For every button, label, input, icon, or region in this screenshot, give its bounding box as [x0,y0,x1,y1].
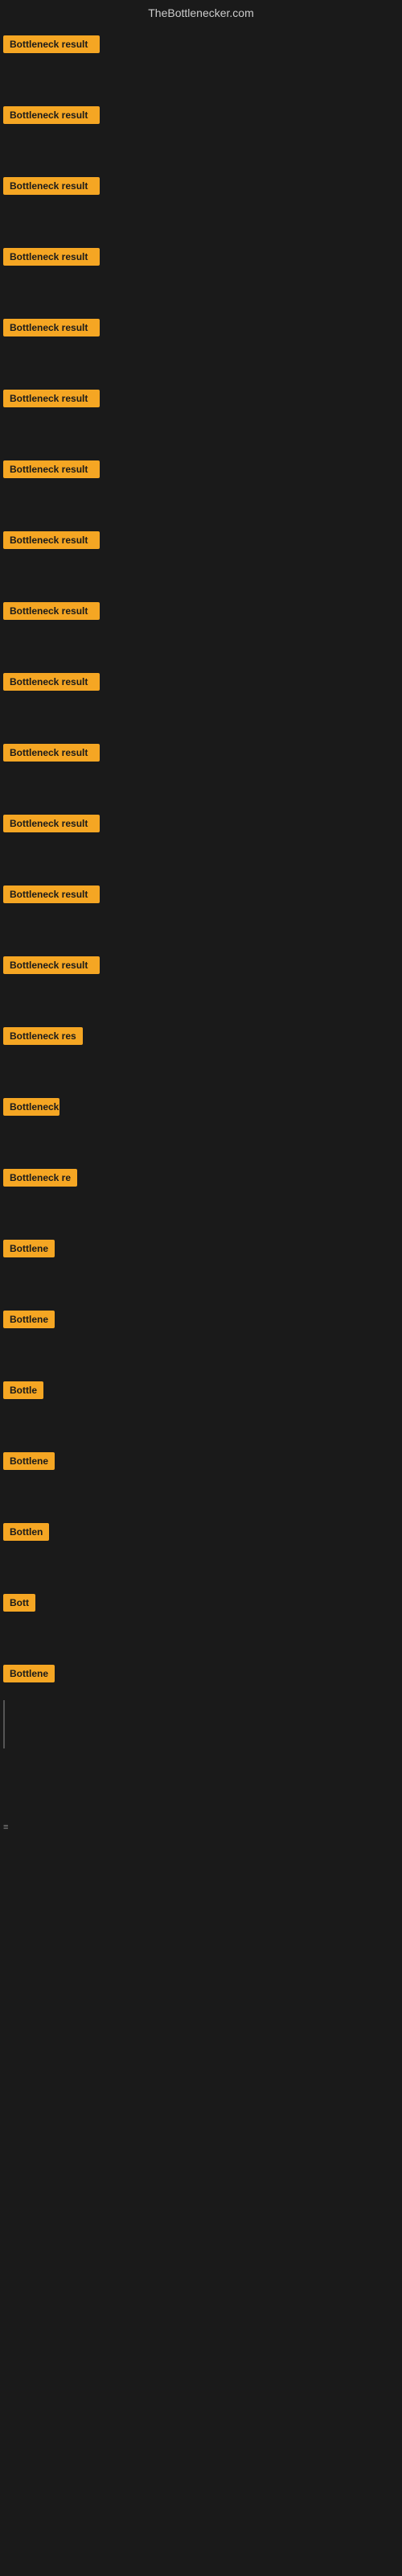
item-spacer-7 [0,555,402,596]
item-spacer-14 [0,1051,402,1092]
item-spacer-10 [0,768,402,808]
bottleneck-item-3[interactable]: Bottleneck result [0,243,402,270]
spacer-3 [0,1898,402,1963]
bottleneck-badge-19[interactable]: Bottle [3,1381,43,1399]
item-spacer-2 [0,201,402,242]
bottleneck-item-6[interactable]: Bottleneck result [0,456,402,483]
item-spacer-12 [0,910,402,950]
item-spacer-15 [0,1122,402,1162]
bottleneck-item-9[interactable]: Bottleneck result [0,668,402,696]
bottleneck-badge-20[interactable]: Bottlene [3,1452,55,1470]
bottleneck-badge-13[interactable]: Bottleneck result [3,956,100,974]
spacer-4 [0,1963,402,2027]
item-spacer-3 [0,272,402,312]
bottleneck-item-7[interactable]: Bottleneck result [0,526,402,554]
bottleneck-item-18[interactable]: Bottlene [0,1306,402,1333]
bottleneck-badge-22[interactable]: Bott [3,1594,35,1612]
bottleneck-item-11[interactable]: Bottleneck result [0,810,402,837]
bottleneck-badge-1[interactable]: Bottleneck result [3,106,100,124]
item-spacer-4 [0,343,402,383]
item-spacer-1 [0,130,402,171]
bottleneck-badge-18[interactable]: Bottlene [3,1311,55,1328]
item-spacer-22 [0,1618,402,1658]
bottleneck-item-13[interactable]: Bottleneck result [0,952,402,979]
spacer-1 [0,1757,402,1821]
bottleneck-badge-12[interactable]: Bottleneck result [3,886,100,903]
bottleneck-badge-15[interactable]: Bottleneck [3,1098,59,1116]
bottleneck-item-8[interactable]: Bottleneck result [0,597,402,625]
bottleneck-item-21[interactable]: Bottlen [0,1518,402,1546]
bottleneck-item-1[interactable]: Bottleneck result [0,101,402,129]
bottleneck-item-14[interactable]: Bottleneck res [0,1022,402,1050]
bottleneck-item-23[interactable]: Bottlene [0,1660,402,1687]
bottleneck-badge-11[interactable]: Bottleneck result [3,815,100,832]
site-header: TheBottlenecker.com [0,0,402,26]
item-spacer-11 [0,839,402,879]
item-spacer-0 [0,60,402,100]
bottleneck-item-0[interactable]: Bottleneck result [0,31,402,58]
bottleneck-badge-23[interactable]: Bottlene [3,1665,55,1682]
item-spacer-18 [0,1335,402,1375]
bottleneck-item-15[interactable]: Bottleneck [0,1093,402,1121]
bottleneck-item-16[interactable]: Bottleneck re [0,1164,402,1191]
item-spacer-16 [0,1193,402,1233]
bottleneck-item-5[interactable]: Bottleneck result [0,385,402,412]
bottom-spacer [0,2027,402,2124]
bottleneck-badge-3[interactable]: Bottleneck result [3,248,100,266]
bottleneck-list: Bottleneck result Bottleneck result Bottle… [0,26,402,1692]
small-char-indicator: ≡ [0,1821,402,1834]
bottleneck-badge-8[interactable]: Bottleneck result [3,602,100,620]
item-spacer-20 [0,1476,402,1517]
bottleneck-item-17[interactable]: Bottlene [0,1235,402,1262]
bottleneck-badge-0[interactable]: Bottleneck result [3,35,100,53]
item-spacer-6 [0,485,402,525]
site-title: TheBottlenecker.com [0,0,402,26]
item-spacer-13 [0,980,402,1021]
bottleneck-badge-17[interactable]: Bottlene [3,1240,55,1257]
bottleneck-item-20[interactable]: Bottlene [0,1447,402,1475]
item-spacer-8 [0,626,402,667]
bottleneck-item-2[interactable]: Bottleneck result [0,172,402,200]
bottleneck-item-19[interactable]: Bottle [0,1377,402,1404]
bottleneck-badge-6[interactable]: Bottleneck result [3,460,100,478]
bottleneck-item-10[interactable]: Bottleneck result [0,739,402,766]
item-spacer-21 [0,1547,402,1587]
bottleneck-badge-2[interactable]: Bottleneck result [3,177,100,195]
bottleneck-item-4[interactable]: Bottleneck result [0,314,402,341]
bottleneck-item-22[interactable]: Bott [0,1589,402,1616]
bottleneck-badge-14[interactable]: Bottleneck res [3,1027,83,1045]
spacer-2 [0,1834,402,1898]
bottleneck-badge-16[interactable]: Bottleneck re [3,1169,77,1187]
item-spacer-17 [0,1264,402,1304]
bottleneck-badge-4[interactable]: Bottleneck result [3,319,100,336]
item-spacer-9 [0,697,402,737]
vertical-divider [3,1700,5,1748]
bottleneck-badge-9[interactable]: Bottleneck result [3,673,100,691]
bottleneck-badge-5[interactable]: Bottleneck result [3,390,100,407]
item-spacer-19 [0,1406,402,1446]
bottleneck-badge-10[interactable]: Bottleneck result [3,744,100,762]
item-spacer-5 [0,414,402,454]
bottleneck-badge-21[interactable]: Bottlen [3,1523,49,1541]
bottleneck-badge-7[interactable]: Bottleneck result [3,531,100,549]
bottleneck-item-12[interactable]: Bottleneck result [0,881,402,908]
